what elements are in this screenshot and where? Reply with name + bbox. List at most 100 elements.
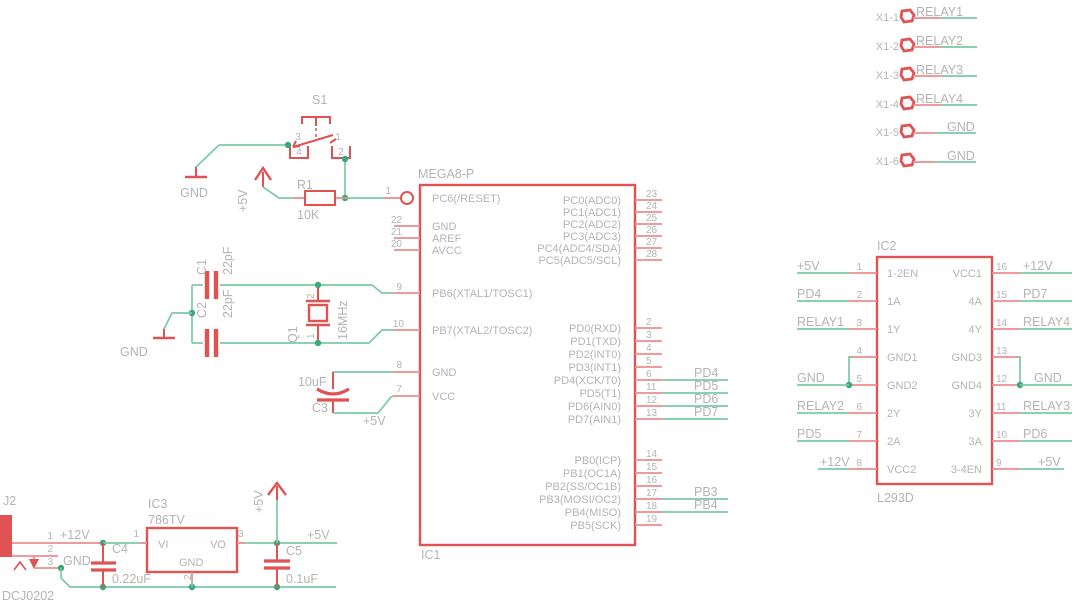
net-wire: [1017, 357, 1020, 385]
terminal-pad[interactable]: [901, 97, 914, 109]
ic-value: 786TV: [148, 513, 185, 527]
pin-number: 1: [133, 529, 139, 540]
pin-number: 2: [856, 290, 862, 301]
pin-name: GND: [179, 557, 204, 569]
ic1-mega8p[interactable]: MEGA8-P IC1 1 PC6(/RESET) 22 GND 21 AREF…: [384, 167, 662, 562]
net-label: PD4: [797, 287, 821, 301]
ic-ref: IC3: [148, 497, 168, 511]
pin-number: 3: [47, 557, 53, 568]
capacitor-c4[interactable]: C4 0.22uF: [91, 542, 151, 587]
pin-number: 6: [856, 402, 862, 413]
net-label: GND: [1034, 371, 1062, 385]
net-label: PD7: [694, 405, 718, 419]
pin-number: 16: [996, 262, 1008, 273]
resistor-ref: R1: [297, 178, 313, 192]
resistor-body-icon: [305, 191, 335, 205]
net-label: PD6: [694, 392, 718, 406]
pin-number: 5: [856, 374, 862, 385]
gnd-label: GND: [180, 186, 208, 200]
net-label: +5V: [307, 528, 330, 542]
pin-number: 17: [646, 488, 658, 499]
net-label: GND: [63, 554, 91, 568]
pin-number: 27: [646, 237, 658, 248]
net-label: +5V: [797, 259, 820, 273]
pin-number: 7: [856, 430, 862, 441]
supply-5v-symbol[interactable]: +5V: [236, 168, 271, 212]
pin-number: 18: [646, 501, 658, 512]
pin-number: 7: [396, 384, 402, 395]
pin-name: 1A: [887, 296, 901, 308]
pin-name: PD5(T1): [579, 388, 621, 400]
pin-number: 1: [47, 531, 53, 542]
net-wire: [196, 145, 219, 167]
resistor-r1[interactable]: R1 10K: [293, 178, 347, 222]
pin-name: PB4(MISO): [565, 507, 621, 519]
pin-number: 13: [646, 408, 658, 419]
pin-number: 2: [47, 544, 53, 555]
pin-name: 4Y: [969, 324, 983, 336]
pin-number: 3: [238, 529, 244, 540]
cap-curved-plate-icon: [317, 389, 349, 394]
pin-number: 9: [996, 458, 1002, 469]
pin-name: VCC: [432, 391, 455, 403]
capacitor-c2[interactable]: C2 22pF: [192, 289, 235, 357]
supply-5v-symbol[interactable]: +5V: [252, 483, 286, 513]
capacitor-c3[interactable]: 10uF C3: [298, 372, 349, 415]
gnd-symbol[interactable]: GND: [180, 167, 208, 200]
terminal-pad[interactable]: [901, 39, 914, 51]
pin-name: PB3(MOSI/OC2): [539, 494, 621, 506]
switch-s1[interactable]: S1 3 4 1 2: [290, 93, 350, 158]
supply-label: +5V: [236, 189, 250, 212]
pin-number: 16: [646, 475, 658, 486]
cap-value: 0.1uF: [286, 572, 318, 586]
pin-name: PC6(/RESET): [432, 193, 500, 205]
terminal-pad[interactable]: [901, 10, 914, 22]
net-label: +12V: [820, 455, 850, 469]
cap-value: 22pF: [221, 289, 235, 318]
pin-name: PD3(INT1): [568, 362, 621, 374]
connector-pin-ref: X1-3: [876, 70, 899, 82]
terminal-pad[interactable]: [901, 154, 914, 166]
terminal-pad[interactable]: [901, 68, 914, 80]
connector-x1[interactable]: X1-1 RELAY1 X1-2 RELAY2 X1-3 RELAY3 X1-4…: [876, 5, 977, 168]
pin-name: PB0(ICP): [575, 455, 621, 467]
cap-ref: C2: [195, 302, 209, 318]
gnd-symbol[interactable]: GND: [120, 329, 175, 359]
crystal-pin-number: 2: [306, 293, 317, 299]
pin-name: PC4(ADC4/SDA): [537, 243, 621, 255]
connector-pin-ref: X1-6: [876, 156, 899, 168]
pin-number: 22: [391, 215, 403, 226]
pin-number: 20: [391, 239, 403, 250]
crystal-q1[interactable]: 2 1 Q1 16MHz: [286, 285, 350, 343]
pin-name: PD0(RXD): [569, 323, 621, 335]
pin-number: 4: [856, 346, 862, 357]
pin-name: PC1(ADC1): [563, 207, 621, 219]
crystal-value: 16MHz: [336, 300, 350, 340]
pin-name: PB5(SCK): [570, 520, 621, 532]
pin-number: 24: [646, 201, 658, 212]
supply-label: +5V: [252, 490, 266, 513]
net-label: +12V: [1023, 259, 1053, 273]
pin-name: VO: [210, 539, 226, 551]
pin-name: 3-4EN: [951, 464, 982, 476]
pin-number: 2: [183, 574, 194, 580]
crystal-pin-number: 1: [306, 333, 317, 339]
pin-number: 9: [396, 282, 402, 293]
oscillator-circuit: GND C1 22pF C2 22pF 2 1 Q1 16MHz: [120, 246, 394, 359]
ic2-l293d[interactable]: IC2 L293D 1 1-2EN 2 1A 3 1Y 4 GND1 5 GND…: [849, 239, 1020, 505]
pin-name: PB2(SS/OC1B): [545, 481, 621, 493]
pin-number: 14: [996, 318, 1008, 329]
terminal-pad[interactable]: [901, 125, 914, 137]
pin-name: PB1(OC1A): [563, 468, 621, 480]
ic-body[interactable]: [877, 257, 992, 484]
pin-number: 15: [996, 290, 1008, 301]
net-label: RELAY3: [1023, 399, 1070, 413]
pin-number: 12: [646, 395, 658, 406]
junction-dot: [342, 156, 348, 162]
jack-body-icon: [0, 515, 12, 557]
capacitor-c5[interactable]: C5 0.1uF: [264, 543, 318, 587]
net-label: RELAY1: [916, 5, 963, 19]
switch-pin-number: 4: [296, 147, 302, 158]
jack-switch-icon: [14, 562, 26, 570]
pin-name: 1-2EN: [887, 268, 918, 280]
